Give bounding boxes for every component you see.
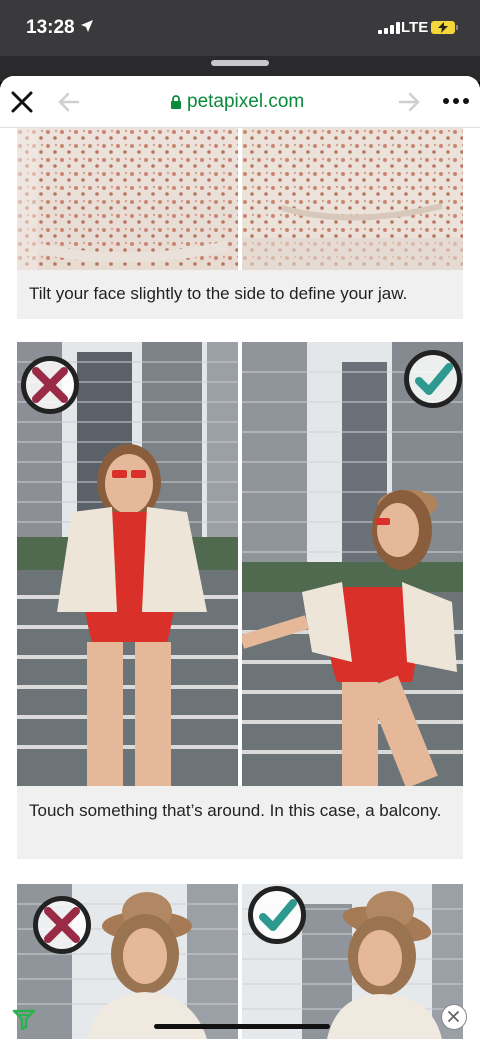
url-text: petapixel.com	[187, 91, 305, 112]
network-type: LTE	[401, 19, 429, 36]
article-photo	[242, 342, 463, 786]
photo-caption: Touch something that’s around. In this c…	[17, 786, 463, 859]
status-time: 13:28	[26, 17, 75, 38]
check-mark-icon	[415, 363, 453, 395]
status-bar: 13:28 LTE	[0, 0, 480, 56]
check-mark-icon	[259, 899, 297, 931]
article-photo	[242, 128, 463, 270]
signal-icon	[378, 22, 400, 34]
lock-icon	[171, 95, 181, 109]
battery-icon	[431, 21, 458, 34]
right-badge	[248, 886, 306, 944]
article-photo	[242, 884, 463, 1039]
home-indicator[interactable]	[154, 1024, 330, 1029]
x-mark-icon	[32, 367, 68, 403]
feedly-icon[interactable]	[12, 1007, 36, 1031]
forward-arrow-icon[interactable]	[398, 92, 420, 112]
more-icon[interactable]	[443, 98, 469, 104]
right-badge	[404, 350, 462, 408]
wrong-badge	[33, 896, 91, 954]
browser-toolbar: petapixel.com	[0, 76, 480, 128]
location-arrow-icon	[81, 20, 93, 32]
close-ad-icon[interactable]	[441, 1004, 467, 1030]
sheet-grabber[interactable]	[211, 60, 269, 66]
article-photo	[17, 884, 238, 1039]
article-photo	[17, 342, 238, 786]
x-mark-icon	[44, 907, 80, 943]
photo-caption: Tilt your face slightly to the side to d…	[17, 270, 463, 319]
url-field[interactable]: petapixel.com	[170, 91, 304, 113]
wrong-badge	[21, 356, 79, 414]
back-arrow-icon[interactable]	[58, 92, 80, 112]
browser-sheet: petapixel.com Tilt your face slightly to…	[0, 76, 480, 1039]
article-photo	[17, 128, 238, 270]
close-icon[interactable]	[10, 90, 34, 114]
